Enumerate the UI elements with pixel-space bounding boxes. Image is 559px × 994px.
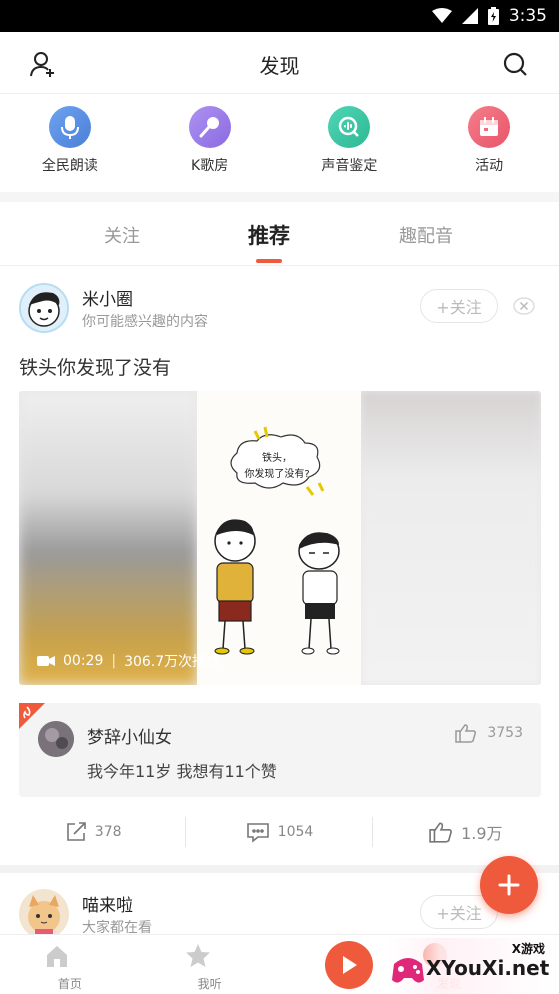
signal-icon <box>461 8 478 24</box>
comment-button[interactable]: 1054 <box>186 807 373 857</box>
close-icon <box>513 297 535 315</box>
bubble-line-1: 铁头， <box>262 451 292 464</box>
share-count: 378 <box>94 824 122 840</box>
calendar-icon <box>468 106 511 148</box>
author-name[interactable]: 喵来啦 <box>82 891 133 916</box>
plus-icon <box>498 874 520 896</box>
info-divider: | <box>111 653 117 669</box>
category-karaoke[interactable]: K歌房 <box>140 94 280 192</box>
video-thumbnail: 铁头， 你发现了没有? <box>197 391 361 685</box>
search-icon <box>503 52 527 76</box>
watermark-top: X游戏 <box>511 942 545 956</box>
microphone-icon <box>48 106 91 148</box>
section-divider <box>0 865 559 873</box>
category-label: 全民朗读 <box>41 158 98 174</box>
category-events[interactable]: 活动 <box>419 94 559 192</box>
bubble-line-2: 你发现了没有? <box>244 467 309 480</box>
status-bar: 3:35 <box>0 0 559 32</box>
avatar[interactable] <box>38 721 74 757</box>
category-label: K歌房 <box>191 158 229 174</box>
like-button[interactable]: 1.9万 <box>373 807 559 857</box>
status-time: 3:35 <box>508 6 547 26</box>
comment-count: 1054 <box>277 824 314 840</box>
play-icon <box>342 956 357 974</box>
watermark-main: XYouXi.net <box>426 956 550 980</box>
share-icon <box>66 822 86 841</box>
fire-icon <box>19 703 45 729</box>
thumbs-up-icon <box>455 724 477 743</box>
wifi-icon <box>431 8 452 23</box>
tab-following[interactable]: 关注 <box>104 222 140 248</box>
category-voice-test[interactable]: 声音鉴定 <box>280 94 420 192</box>
app-header: 发现 <box>0 32 559 94</box>
comment-like-button[interactable]: 3753 <box>455 723 523 743</box>
video-blur-right <box>361 391 541 685</box>
tab-indicator <box>256 259 282 263</box>
karaoke-mic-icon <box>188 106 231 148</box>
comment-text: 我今年11岁 我想有11个赞 <box>87 762 277 781</box>
video-plays: 306.7万次播放 <box>124 654 221 670</box>
thumbs-up-icon <box>429 822 453 843</box>
search-button[interactable] <box>499 48 533 82</box>
hot-comment[interactable]: 梦辞小仙女 我今年11岁 我想有11个赞 3753 <box>19 703 541 797</box>
author-subtitle: 你可能感兴趣的内容 <box>82 314 208 330</box>
video-blur-left <box>19 391 197 685</box>
feed-tabs: 关注 推荐 趣配音 <box>0 202 559 266</box>
watermark: X游戏 XYouXi.net <box>388 938 559 994</box>
create-post-button[interactable] <box>480 856 538 914</box>
feed-post: 喵来啦 大家都在看 +关注 <box>0 873 559 939</box>
category-read[interactable]: 全民朗读 <box>0 94 140 192</box>
video-camera-icon <box>37 656 55 666</box>
category-label: 活动 <box>475 158 504 174</box>
tab-recommended[interactable]: 推荐 <box>248 220 290 250</box>
page-title: 发现 <box>259 54 300 78</box>
battery-icon <box>487 7 499 25</box>
star-icon <box>185 944 210 967</box>
post-title[interactable]: 铁头你发现了没有 <box>19 353 171 380</box>
nav-label: 首页 <box>57 977 82 991</box>
video-player[interactable]: 铁头， 你发现了没有? 00:29 | 306.7万次播放 <box>19 391 541 685</box>
video-info: 00:29 | 306.7万次播放 <box>37 651 220 671</box>
nav-listen[interactable]: 我听 <box>140 935 280 994</box>
section-divider <box>0 192 559 202</box>
share-button[interactable]: 378 <box>0 807 187 857</box>
like-count: 1.9万 <box>461 824 503 843</box>
post-actions: 378 1054 1.9万 <box>0 807 559 857</box>
comment-icon <box>246 823 269 843</box>
nav-label: 我听 <box>197 977 222 991</box>
comment-user[interactable]: 梦辞小仙女 <box>87 723 172 748</box>
gamepad-logo-icon <box>392 958 424 983</box>
follow-button[interactable]: +关注 <box>420 289 498 323</box>
tab-dubbing[interactable]: 趣配音 <box>399 222 453 248</box>
comment-likes: 3753 <box>487 725 523 741</box>
dismiss-button[interactable] <box>513 296 535 318</box>
category-row: 全民朗读 K歌房 声音鉴定 活动 <box>0 94 559 192</box>
home-icon <box>47 946 67 967</box>
avatar[interactable] <box>19 889 69 939</box>
sound-search-icon <box>328 106 371 148</box>
nav-home[interactable]: 首页 <box>0 935 140 994</box>
category-label: 声音鉴定 <box>321 158 378 174</box>
author-name[interactable]: 米小圈 <box>82 285 133 310</box>
video-duration: 00:29 <box>63 653 104 669</box>
avatar[interactable] <box>19 283 69 333</box>
